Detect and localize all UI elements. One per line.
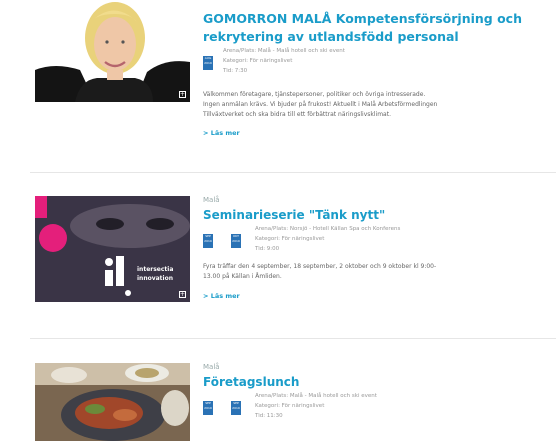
event-title[interactable]: Företagslunch (203, 373, 548, 391)
category-text: Kategori: För näringslivet (255, 403, 325, 409)
municipality-label: Malå (203, 196, 220, 204)
time-text: Tid: 11:30 (255, 413, 283, 419)
venue-text: Arena/Plats: Malå - Malå hotell och ski … (223, 48, 345, 54)
date-badge: OKT 2019 (231, 234, 241, 248)
date-badge: SEP 2019 (231, 401, 241, 415)
image-caption: intersectia innovation (137, 265, 173, 283)
event-item: Malå Företagslunch SEP 2019 SEP 2019 Are… (0, 345, 556, 441)
description-line: 13.00 på Källan i Åmliden. (203, 273, 282, 280)
event-meta: SEP 2019 SEP 2019 Arena/Plats: Malå - Ma… (203, 391, 548, 423)
expand-icon[interactable]: + (179, 91, 186, 98)
category-text: Kategori: För näringslivet (223, 58, 293, 64)
municipality-label: Malå (203, 363, 220, 371)
event-meta: SEP 2019 OKT 2019 Arena/Plats: Norsjö - … (203, 224, 548, 256)
lunch-plate-image (35, 363, 190, 441)
divider (30, 338, 556, 339)
event-description: Fyra träffar den 4 september, 18 septemb… (203, 262, 548, 282)
venue-text: Arena/Plats: Malå - Malå hotell och ski … (255, 393, 377, 399)
event-title[interactable]: Seminarieserie "Tänk nytt" (203, 206, 548, 224)
divider (30, 172, 556, 173)
date-badge: SEP 2019 (203, 401, 213, 415)
image-caption-line: innovation (137, 275, 173, 282)
event-title-line[interactable]: rekrytering av utlandsfödd personal (203, 28, 548, 46)
description-line: Tillväxtverket och ska bidra till ett fö… (203, 111, 391, 118)
time-text: Tid: 7:30 (223, 68, 248, 74)
event-item: intersectia innovation + Malå Seminaries… (0, 180, 556, 340)
event-meta: AUG 2019 Arena/Plats: Malå - Malå hotell… (203, 46, 548, 78)
event-title[interactable]: GOMORRON MALÅ Kompetensförsörjning och r… (203, 10, 548, 46)
venue-text: Arena/Plats: Norsjö - Hotell Källan Spa … (255, 226, 401, 232)
image-caption-line: intersectia (137, 266, 174, 273)
category-text: Kategori: För näringslivet (255, 236, 325, 242)
event-description: Välkommen företagare, tjänstepersoner, p… (203, 90, 548, 120)
read-more-link[interactable]: > Läs mer (203, 292, 548, 300)
event-thumbnail[interactable]: + (35, 0, 190, 102)
description-line: Ingen anmälan krävs. Vi bjuder på frukos… (203, 101, 438, 108)
description-line: Fyra träffar den 4 september, 18 septemb… (203, 263, 437, 270)
woman-portrait-image (35, 0, 190, 102)
intersectia-innovation-image (35, 196, 190, 302)
event-thumbnail[interactable]: intersectia innovation + (35, 196, 190, 302)
event-item: + GOMORRON MALÅ Kompetensförsörjning och… (0, 0, 556, 176)
date-badge: SEP 2019 (203, 234, 213, 248)
description-line: Välkommen företagare, tjänstepersoner, p… (203, 91, 426, 98)
expand-icon[interactable]: + (179, 291, 186, 298)
event-title-line[interactable]: GOMORRON MALÅ Kompetensförsörjning och (203, 10, 548, 28)
read-more-link[interactable]: > Läs mer (203, 129, 548, 137)
time-text: Tid: 9:00 (255, 246, 280, 252)
event-thumbnail[interactable] (35, 363, 190, 441)
date-badge: AUG 2019 (203, 56, 213, 70)
